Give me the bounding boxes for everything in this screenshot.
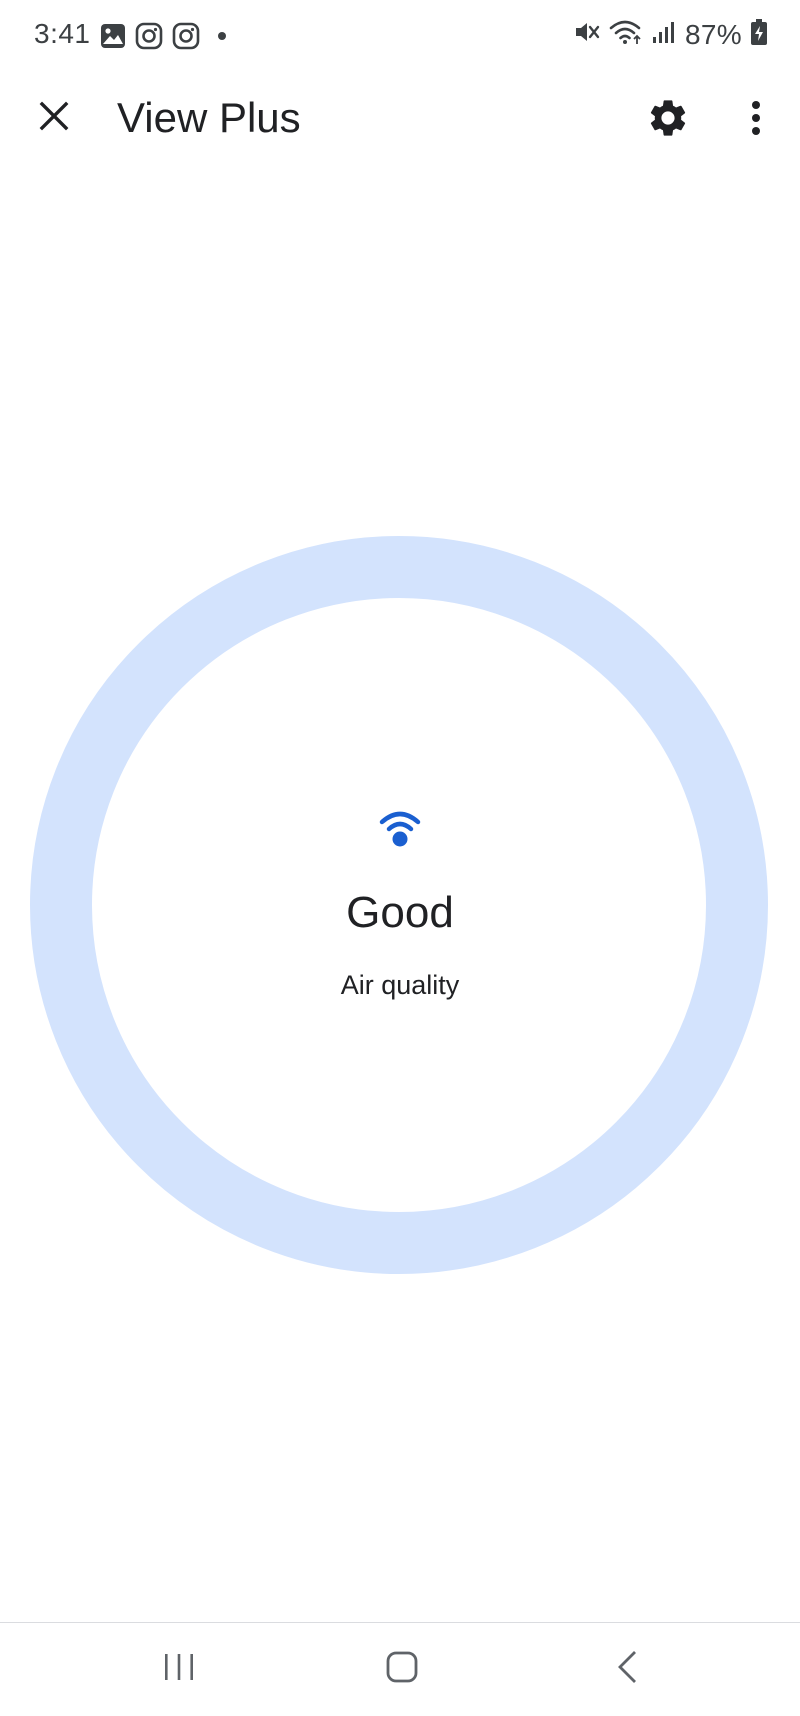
status-time: 3:41 [34, 18, 91, 49]
gallery-notification-icon [100, 23, 126, 49]
system-status-icons: 87% [573, 18, 768, 51]
settings-button[interactable] [640, 92, 696, 148]
gear-icon [646, 96, 690, 145]
air-quality-signal-icon [376, 806, 424, 848]
close-button[interactable] [30, 94, 78, 142]
battery-percent: 87% [685, 18, 742, 50]
battery-charging-icon [750, 18, 768, 51]
close-icon [38, 100, 70, 137]
air-quality-label: Air quality [340, 970, 460, 1000]
more-notifications-dot-icon [217, 31, 227, 41]
back-icon [615, 1649, 639, 1690]
more-options-button[interactable] [732, 92, 780, 148]
recents-icon [162, 1652, 196, 1687]
home-button[interactable] [362, 1639, 442, 1699]
status-bar: 3:41 87% [0, 0, 800, 72]
home-icon [385, 1650, 419, 1689]
instagram-notification-icon [135, 22, 163, 50]
cellular-signal-icon [651, 19, 677, 50]
app-bar: View Plus [0, 72, 800, 164]
instagram-notification-icon [172, 22, 200, 50]
system-navigation-bar [0, 1623, 800, 1716]
air-quality-value: Good [346, 888, 454, 937]
wifi-icon [609, 18, 643, 51]
page-title: View Plus [117, 94, 301, 141]
more-vert-icon [750, 100, 762, 141]
mute-icon [573, 18, 601, 51]
recents-button[interactable] [139, 1639, 219, 1699]
back-button[interactable] [587, 1639, 667, 1699]
notification-icons [100, 22, 227, 50]
